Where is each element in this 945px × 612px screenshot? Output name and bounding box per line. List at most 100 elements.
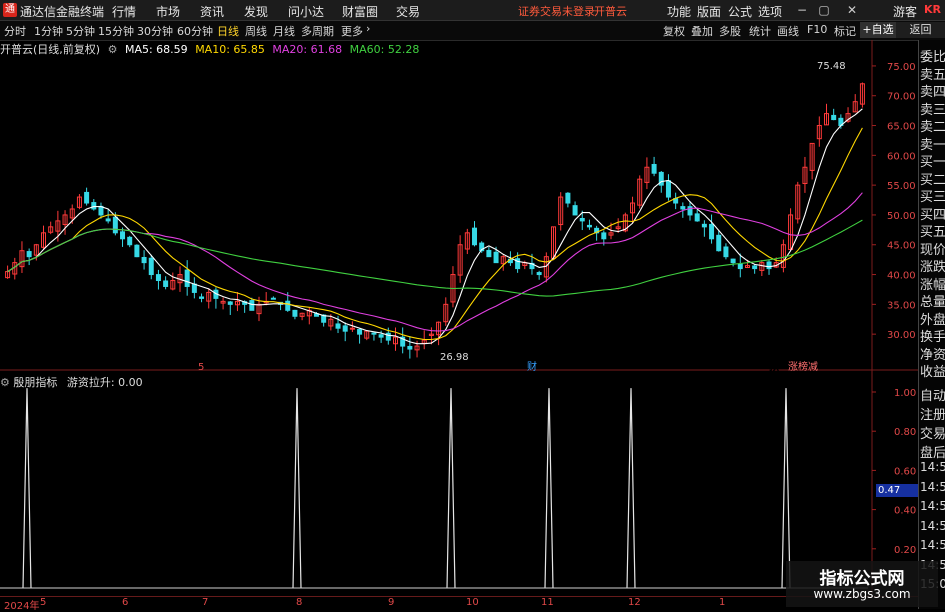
- candle-body: [191, 283, 197, 293]
- quote-field-label: 换手: [920, 330, 945, 345]
- period-60min[interactable]: 60分钟: [177, 23, 213, 39]
- event-mark-zt[interactable]: 涨榜减: [788, 360, 818, 373]
- indicator-axis-label: 0.20: [894, 545, 916, 556]
- indicator-spike: [544, 388, 554, 589]
- candle-body: [565, 192, 571, 204]
- candle-body: [831, 114, 837, 121]
- trade-login-notice[interactable]: 证券交易未登录: [518, 3, 595, 19]
- indicator-settings-icon[interactable]: ⚙: [0, 376, 10, 389]
- candle-body: [723, 246, 729, 258]
- indicator-axis-label: 0.40: [894, 506, 916, 517]
- candle-body: [292, 309, 298, 317]
- tool-diejia[interactable]: 叠加: [691, 23, 713, 39]
- candle-body: [766, 261, 772, 270]
- candle-body: [737, 263, 743, 270]
- indicator-spike: [292, 388, 302, 589]
- tool-f10[interactable]: F10: [807, 23, 827, 36]
- candle-body: [335, 323, 341, 329]
- indicator-title: 殷朋指标: [13, 376, 58, 389]
- candle-body: [586, 224, 592, 228]
- candle-body: [651, 163, 657, 174]
- close-icon[interactable]: ✕: [842, 2, 862, 18]
- price-axis-label: 35.00: [887, 300, 916, 311]
- candle-body: [84, 191, 90, 204]
- candle-body: [184, 269, 190, 287]
- date-tick: 7: [202, 597, 209, 608]
- price-axis-label: 70.00: [887, 92, 916, 103]
- menu-banmian[interactable]: 版面: [697, 3, 721, 20]
- menu-jiaoyi[interactable]: 交易: [396, 3, 420, 20]
- tool-huaxian[interactable]: 画线: [777, 23, 799, 39]
- candle-body: [163, 280, 169, 287]
- indicator-spike: [446, 388, 456, 589]
- menu-wenxiaoda[interactable]: 问小达: [288, 3, 324, 20]
- candle-body: [378, 334, 384, 338]
- menu-gongneng[interactable]: 功能: [667, 3, 691, 20]
- panel-action-label[interactable]: 盘后: [920, 442, 945, 461]
- restore-icon[interactable]: ▢: [814, 2, 834, 18]
- menu-shichang[interactable]: 市场: [156, 3, 180, 20]
- candle-body: [357, 329, 363, 335]
- candle-body: [91, 202, 97, 210]
- back-button[interactable]: 返回: [896, 22, 945, 38]
- candle-body: [493, 251, 499, 264]
- menu-xuanxiang[interactable]: 选项: [758, 3, 782, 20]
- indicator-legend: ⚙ 殷朋指标 游资拉升: 0.00: [0, 374, 143, 389]
- candle-body: [141, 257, 147, 264]
- event-mark-5[interactable]: 5: [198, 362, 204, 373]
- date-axis: [0, 596, 918, 610]
- app-title: 通达信金融终端: [20, 5, 105, 19]
- quote-field-label: 收益: [920, 365, 945, 380]
- period-daily[interactable]: 日线: [217, 23, 239, 39]
- minimize-icon[interactable]: −: [792, 2, 812, 18]
- candle-body: [752, 265, 758, 270]
- candle-body: [601, 232, 607, 240]
- quote-field-label: 买二: [920, 172, 945, 188]
- kline-chart[interactable]: 75.00 70.00 65.00 60.00 55.00 50.00 45.00 40.00…: [0, 40, 918, 596]
- quote-field-label: 涨幅: [920, 277, 945, 293]
- guest-label[interactable]: 游客: [893, 3, 917, 20]
- menu-gongshi[interactable]: 公式: [728, 3, 752, 20]
- indicator-axis-label: 0.80: [894, 427, 916, 438]
- candle-body: [112, 216, 118, 234]
- quote-field-label: 卖二: [920, 120, 945, 135]
- tool-duogu[interactable]: 多股: [719, 23, 741, 39]
- add-watchlist-button[interactable]: +自选: [860, 22, 896, 38]
- menu-zixun[interactable]: 资讯: [200, 3, 224, 20]
- quote-field-label: 卖五: [920, 67, 945, 83]
- panel-action-label[interactable]: 注册: [920, 404, 945, 423]
- quote-field-label: 委比: [920, 50, 945, 65]
- date-tick: 12: [628, 597, 641, 608]
- indicator-spike: [626, 388, 636, 589]
- event-mark-yu[interactable]: 预: [769, 361, 779, 373]
- candle-body: [486, 249, 492, 258]
- quote-field-label: 卖一: [920, 137, 945, 153]
- tick-time: 14:56: [920, 499, 945, 513]
- period-weekly[interactable]: 周线: [245, 23, 267, 39]
- panel-action-label[interactable]: 自动: [920, 385, 945, 404]
- period-5min[interactable]: 5分钟: [66, 23, 95, 39]
- panel-action-label[interactable]: 交易: [920, 423, 945, 442]
- tool-fuquan[interactable]: 复权: [663, 23, 685, 39]
- indicator-spike: [781, 388, 791, 589]
- menu-hangqing[interactable]: 行情: [112, 3, 136, 20]
- period-30min[interactable]: 30分钟: [137, 23, 173, 39]
- period-1min[interactable]: 1分钟: [34, 23, 63, 39]
- period-more[interactable]: 更多: [341, 23, 363, 39]
- period-monthly[interactable]: 月线: [273, 23, 295, 39]
- tool-biaoji[interactable]: 标记: [834, 23, 856, 39]
- candle-body: [579, 217, 585, 222]
- low-price-label: 26.98: [440, 352, 469, 363]
- period-multi[interactable]: 多周期: [301, 23, 334, 39]
- candle-body: [105, 218, 111, 222]
- more-chevron-icon[interactable]: ›: [366, 22, 370, 35]
- menu-faxian[interactable]: 发现: [244, 3, 268, 20]
- tool-tongji[interactable]: 统计: [749, 23, 771, 39]
- period-15min[interactable]: 15分钟: [98, 23, 134, 39]
- menu-caifuquan[interactable]: 财富圈: [342, 3, 378, 20]
- event-mark-cai[interactable]: 财: [527, 360, 537, 373]
- app-logo-icon: 通: [3, 3, 17, 17]
- tick-time: 14:56: [920, 460, 945, 474]
- candle-body: [694, 213, 700, 222]
- period-fenshi[interactable]: 分时: [4, 23, 26, 39]
